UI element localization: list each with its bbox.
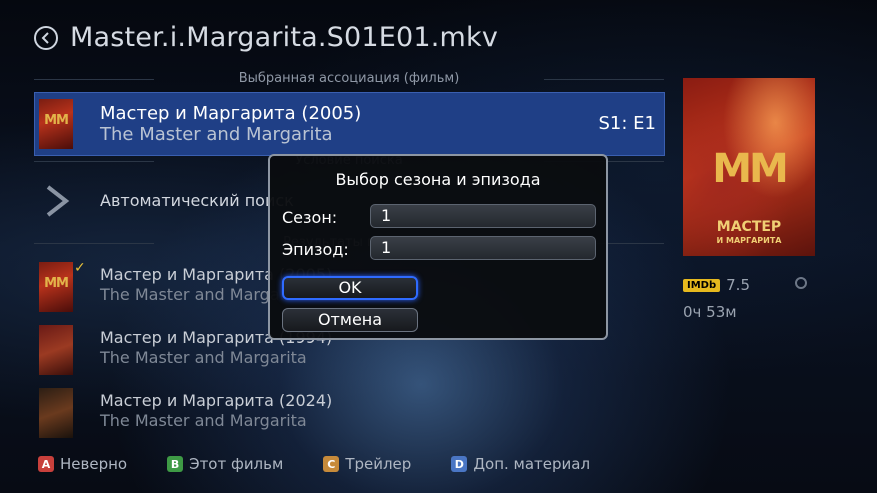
circle-icon	[795, 277, 807, 289]
poster-letters: ММ	[712, 146, 789, 192]
dialog-title: Выбор сезона и эпизода	[335, 170, 541, 189]
list-item[interactable]: Мастер и Маргарита (2024) The Master and…	[34, 386, 334, 440]
poster-title-line-2: И МАРГАРИТА	[716, 236, 782, 245]
selected-subtitle: The Master and Margarita	[100, 124, 333, 145]
cancel-button[interactable]: Отмена	[282, 308, 418, 332]
key-b-icon: B	[167, 456, 184, 472]
page-title: Master.i.Margarita.S01E01.mkv	[70, 22, 499, 53]
season-episode-dialog: Выбор сезона и эпизода Сезон: 1 Эпизод: …	[268, 154, 608, 340]
poster-thumbnail	[39, 325, 73, 375]
selected-episode: S1: E1	[598, 113, 657, 134]
imdb-badge: IMDb	[683, 278, 721, 292]
imdb-rating: IMDb 7.5	[683, 276, 750, 294]
footer-label: Доп. материал	[473, 455, 591, 473]
imdb-score: 7.5	[726, 276, 750, 294]
key-d-icon: D	[451, 456, 468, 472]
footer-hints: A Неверно B Этот фильм C Трейлер D Доп. …	[38, 455, 630, 473]
ok-button[interactable]: OK	[282, 276, 418, 300]
key-a-icon: A	[38, 456, 54, 472]
poster-letters: ММ	[44, 276, 69, 291]
footer-item-b[interactable]: B Этот фильм	[167, 455, 283, 473]
episode-field[interactable]: 1	[370, 236, 596, 260]
footer-label: Этот фильм	[189, 455, 284, 473]
poster-thumbnail: ММ	[39, 99, 73, 149]
episode-label: Эпизод:	[282, 240, 349, 259]
result-subtitle: The Master and Margarita	[100, 411, 307, 430]
selected-title: Мастер и Маргарита (2005)	[100, 103, 362, 124]
back-icon[interactable]	[34, 25, 58, 50]
key-c-icon: C	[323, 456, 340, 472]
section-label-selected: Выбранная ассоциация (фильм)	[34, 71, 664, 86]
footer-item-a[interactable]: A Неверно	[38, 455, 127, 473]
footer-label: Неверно	[60, 455, 128, 473]
movie-poster: ММ МАСТЕР И МАРГАРИТА	[683, 78, 815, 256]
footer-item-d[interactable]: D Доп. материал	[451, 455, 590, 473]
poster-thumbnail	[39, 388, 73, 438]
season-field[interactable]: 1	[370, 204, 596, 228]
poster-thumbnail: ММ	[39, 262, 73, 312]
result-subtitle: The Master and Margarita	[100, 348, 307, 367]
header: Master.i.Margarita.S01E01.mkv	[34, 22, 498, 53]
auto-search-label: Автоматический поиск	[100, 191, 294, 210]
check-icon: ✓	[74, 260, 86, 276]
season-label: Сезон:	[282, 208, 338, 227]
selected-association-row[interactable]: ММ Мастер и Маргарита (2005) The Master …	[34, 92, 665, 156]
duration: 0ч 53м	[683, 303, 737, 321]
chevron-right-icon	[46, 185, 70, 217]
result-title: Мастер и Маргарита (2024)	[100, 391, 333, 410]
poster-title: МАСТЕР И МАРГАРИТА	[683, 219, 815, 247]
poster-letters: ММ	[44, 113, 69, 128]
footer-item-c[interactable]: C Трейлер	[323, 455, 411, 473]
poster-title-line-1: МАСТЕР	[716, 219, 782, 235]
footer-label: Трейлер	[345, 455, 412, 473]
